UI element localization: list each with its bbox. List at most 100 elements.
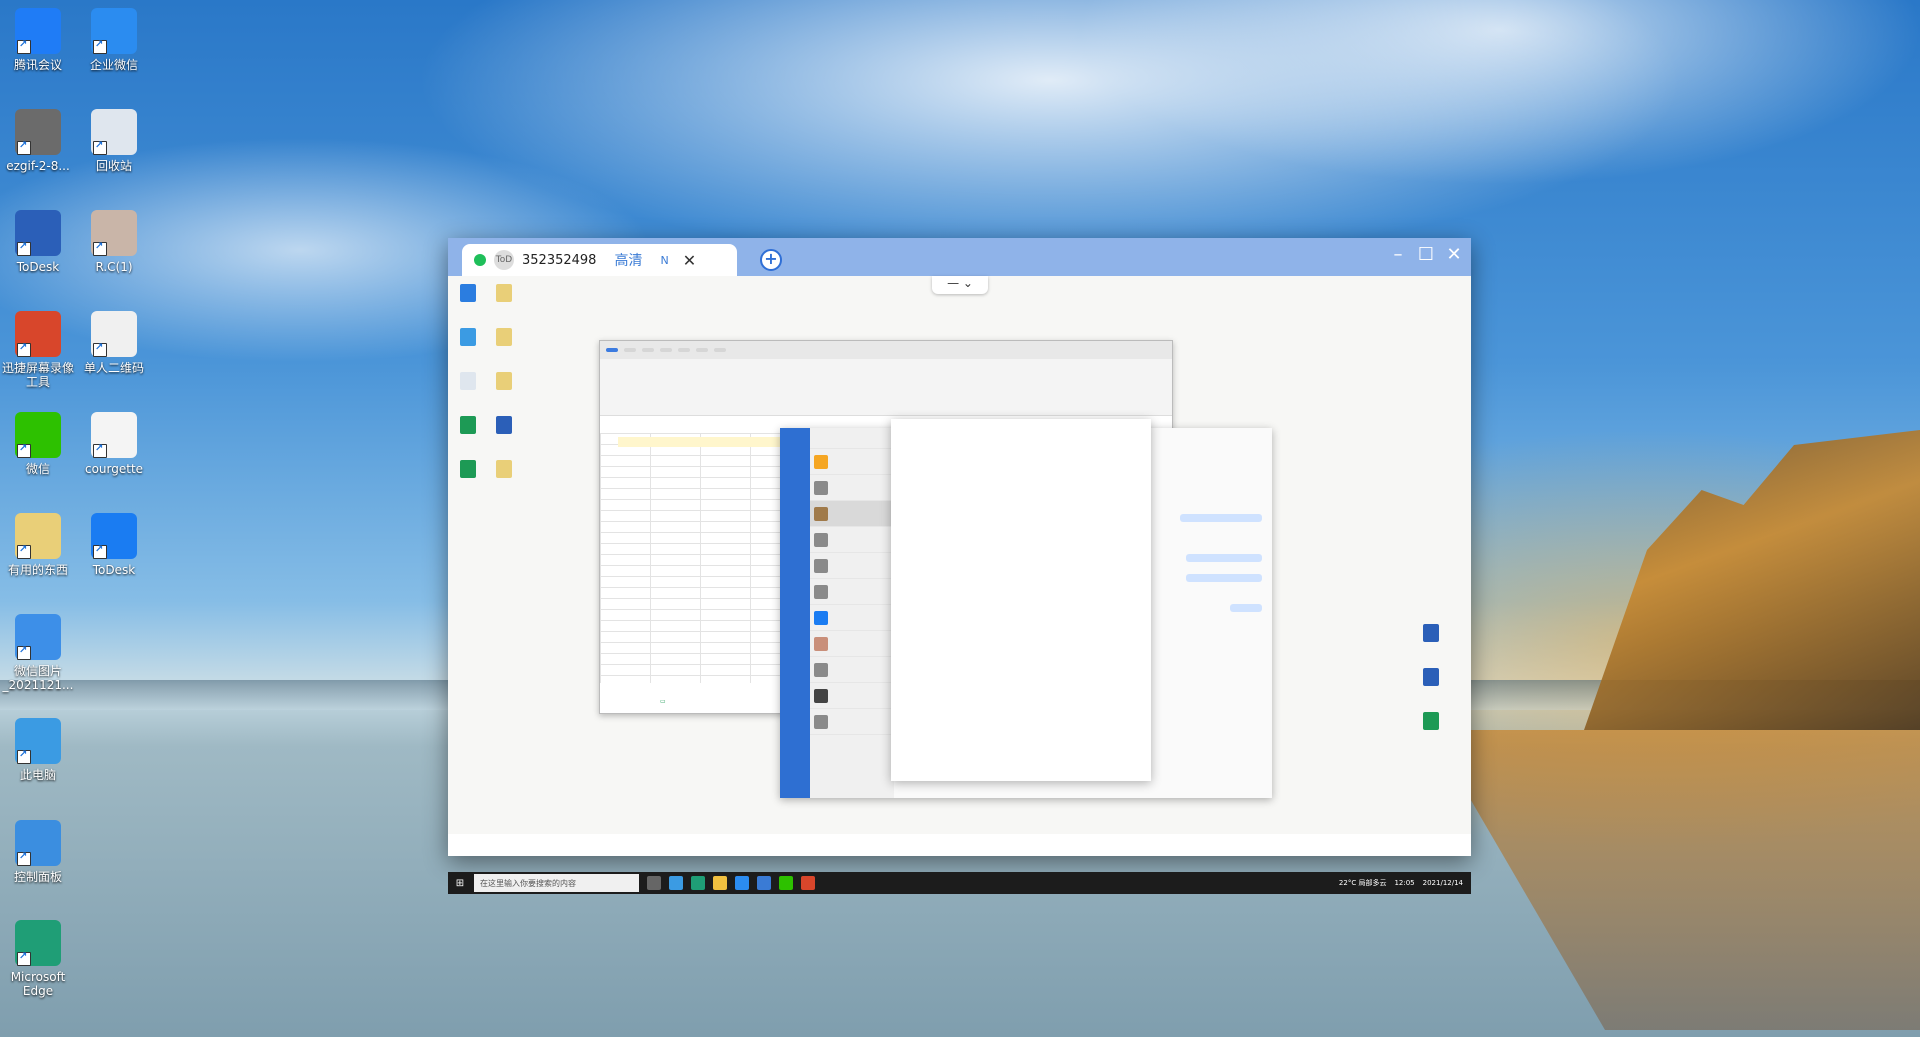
remote-desktop-icon[interactable] [450,284,486,304]
explorer-icon[interactable] [713,876,727,890]
maximize-icon[interactable]: ☐ [1414,244,1438,265]
remote-desktop-icon[interactable] [1413,624,1449,644]
remote-taskbar[interactable]: ⊞ 在这里输入你要搜索的内容 22°C 局部多云 12:05 2021/12/1… [448,872,1471,894]
spreadsheet-tab-bar[interactable] [600,341,1172,359]
desktop-icon-label: ToDesk [16,260,60,274]
list-item[interactable] [810,605,894,631]
wechat-taskbar-icon[interactable] [779,876,793,890]
control-panel-icon [15,820,61,866]
spreadsheet-tab[interactable] [606,348,618,352]
photo-icon [91,210,137,256]
remote-session-tab[interactable]: ToD 352352498 高清 N ✕ [462,244,737,276]
desktop-icon[interactable]: ezgif-2-8... [0,109,76,173]
desktop-icon[interactable]: Microsoft Edge [0,920,76,998]
quality-button[interactable]: 高清 [614,250,642,270]
chat-bubble [1186,554,1262,562]
badge-n[interactable]: N [660,254,668,267]
desktop-icon[interactable]: R.C(1) [76,210,152,274]
close-tab-icon[interactable]: ✕ [683,251,696,270]
remote-taskbar-search[interactable]: 在这里输入你要搜索的内容 [474,874,639,892]
system-tray[interactable]: 22°C 局部多云 12:05 2021/12/14 [1339,878,1471,888]
minimize-icon[interactable]: – [1386,244,1410,265]
desktop-icon[interactable]: 微信图片_2021121... [0,614,76,692]
desktop-icon[interactable]: 控制面板 [0,820,76,884]
desktop-icon[interactable]: 此电脑 [0,718,76,782]
desktop-icon-label: Microsoft Edge [10,970,66,998]
spreadsheet-tab[interactable] [624,348,636,352]
list-item[interactable] [810,527,894,553]
weather-text[interactable]: 22°C 局部多云 [1339,878,1387,888]
toolbar-toggle-icon[interactable]: — ⌄ [932,276,988,294]
desktop-icon[interactable]: 单人二维码 [76,311,152,375]
spreadsheet-ribbon[interactable] [600,359,1172,416]
clock-time[interactable]: 12:05 [1394,879,1414,887]
desktop-icon[interactable]: ToDesk [76,513,152,577]
chat-sidebar[interactable] [780,428,810,798]
list-item[interactable] [810,657,894,683]
add-tab-icon[interactable]: + [760,249,782,271]
document-icon [15,513,61,559]
desktop-icon[interactable]: ToDesk [0,210,76,274]
mail-icon[interactable] [735,876,749,890]
remote-desktop-icon[interactable] [450,460,486,480]
taskbar-app-icon[interactable] [669,876,683,890]
windows-start-icon[interactable]: ⊞ [452,878,468,889]
remote-desktop-icon[interactable] [486,328,522,348]
list-item[interactable] [810,449,894,475]
remote-desktop-icon[interactable] [486,460,522,480]
list-item[interactable] [810,501,894,527]
chat-search-input[interactable] [810,428,894,449]
list-item[interactable] [810,553,894,579]
close-icon[interactable]: ✕ [1442,244,1466,265]
this-pc-icon [15,718,61,764]
word-doc-icon [15,210,61,256]
remote-desktop-icon[interactable] [486,372,522,392]
spreadsheet-tab[interactable] [714,348,726,352]
spreadsheet-tab[interactable] [678,348,690,352]
spreadsheet-tab[interactable] [660,348,672,352]
desktop-icon[interactable]: courgette [76,412,152,476]
tencent-meeting-icon [15,8,61,54]
remote-desktop-icon[interactable] [486,416,522,436]
desktop-icon[interactable]: 微信 [0,412,76,476]
spreadsheet-tab[interactable] [642,348,654,352]
remote-desktop-window[interactable]: ToD 352352498 高清 N ✕ + – ☐ ✕ — ⌄ ▭ ⊞ 在这里… [448,238,1471,894]
remote-desktop-icon[interactable] [486,284,522,304]
remote-desktop-icon[interactable] [1413,712,1449,732]
chat-conversation-list[interactable] [810,428,894,798]
todesk-taskbar-icon[interactable] [757,876,771,890]
wps-icon[interactable] [801,876,815,890]
remote-screen[interactable]: — ⌄ ▭ ⊞ 在这里输入你要搜索的内容 22°C 局部多云 12:05 202… [448,276,1471,894]
desktop-icon[interactable]: 企业微信 [76,8,152,72]
list-item[interactable] [810,683,894,709]
desktop-icon-label: 单人二维码 [83,361,144,375]
remote-desktop-icon[interactable] [1413,668,1449,688]
desktop-icon-label: courgette [84,462,144,476]
shortcut-arrow-icon [17,850,31,866]
avatar: ToD [494,250,514,270]
sheet-tab[interactable]: ▭ [660,698,666,705]
remote-desktop-icon[interactable] [450,372,486,392]
desktop-icon[interactable]: 回收站 [76,109,152,173]
desktop-icon-label: 有用的东西 [7,563,68,577]
shortcut-arrow-icon [93,543,107,559]
task-view-icon[interactable] [647,876,661,890]
list-item[interactable] [810,579,894,605]
list-item[interactable] [810,709,894,735]
desktop-icon[interactable]: 迅捷屏幕录像工具 [0,311,76,389]
edge-icon[interactable] [691,876,705,890]
clock-date[interactable]: 2021/12/14 [1423,879,1463,887]
desktop-icon[interactable]: 有用的东西 [0,513,76,577]
chat-history-popup[interactable] [891,419,1151,781]
remote-desktop-icon[interactable] [450,328,486,348]
image-file-icon [15,109,61,155]
remote-title-bar[interactable]: ToD 352352498 高清 N ✕ + – ☐ ✕ [448,238,1471,276]
remote-desktop-icon[interactable] [450,416,486,436]
desktop-icon[interactable]: 腾讯会议 [0,8,76,72]
desktop-icon-label: 回收站 [95,159,132,173]
spreadsheet-tab[interactable] [696,348,708,352]
list-item[interactable] [810,631,894,657]
shortcut-arrow-icon [93,38,107,54]
list-item[interactable] [810,475,894,501]
screen-recorder-icon [15,311,61,357]
